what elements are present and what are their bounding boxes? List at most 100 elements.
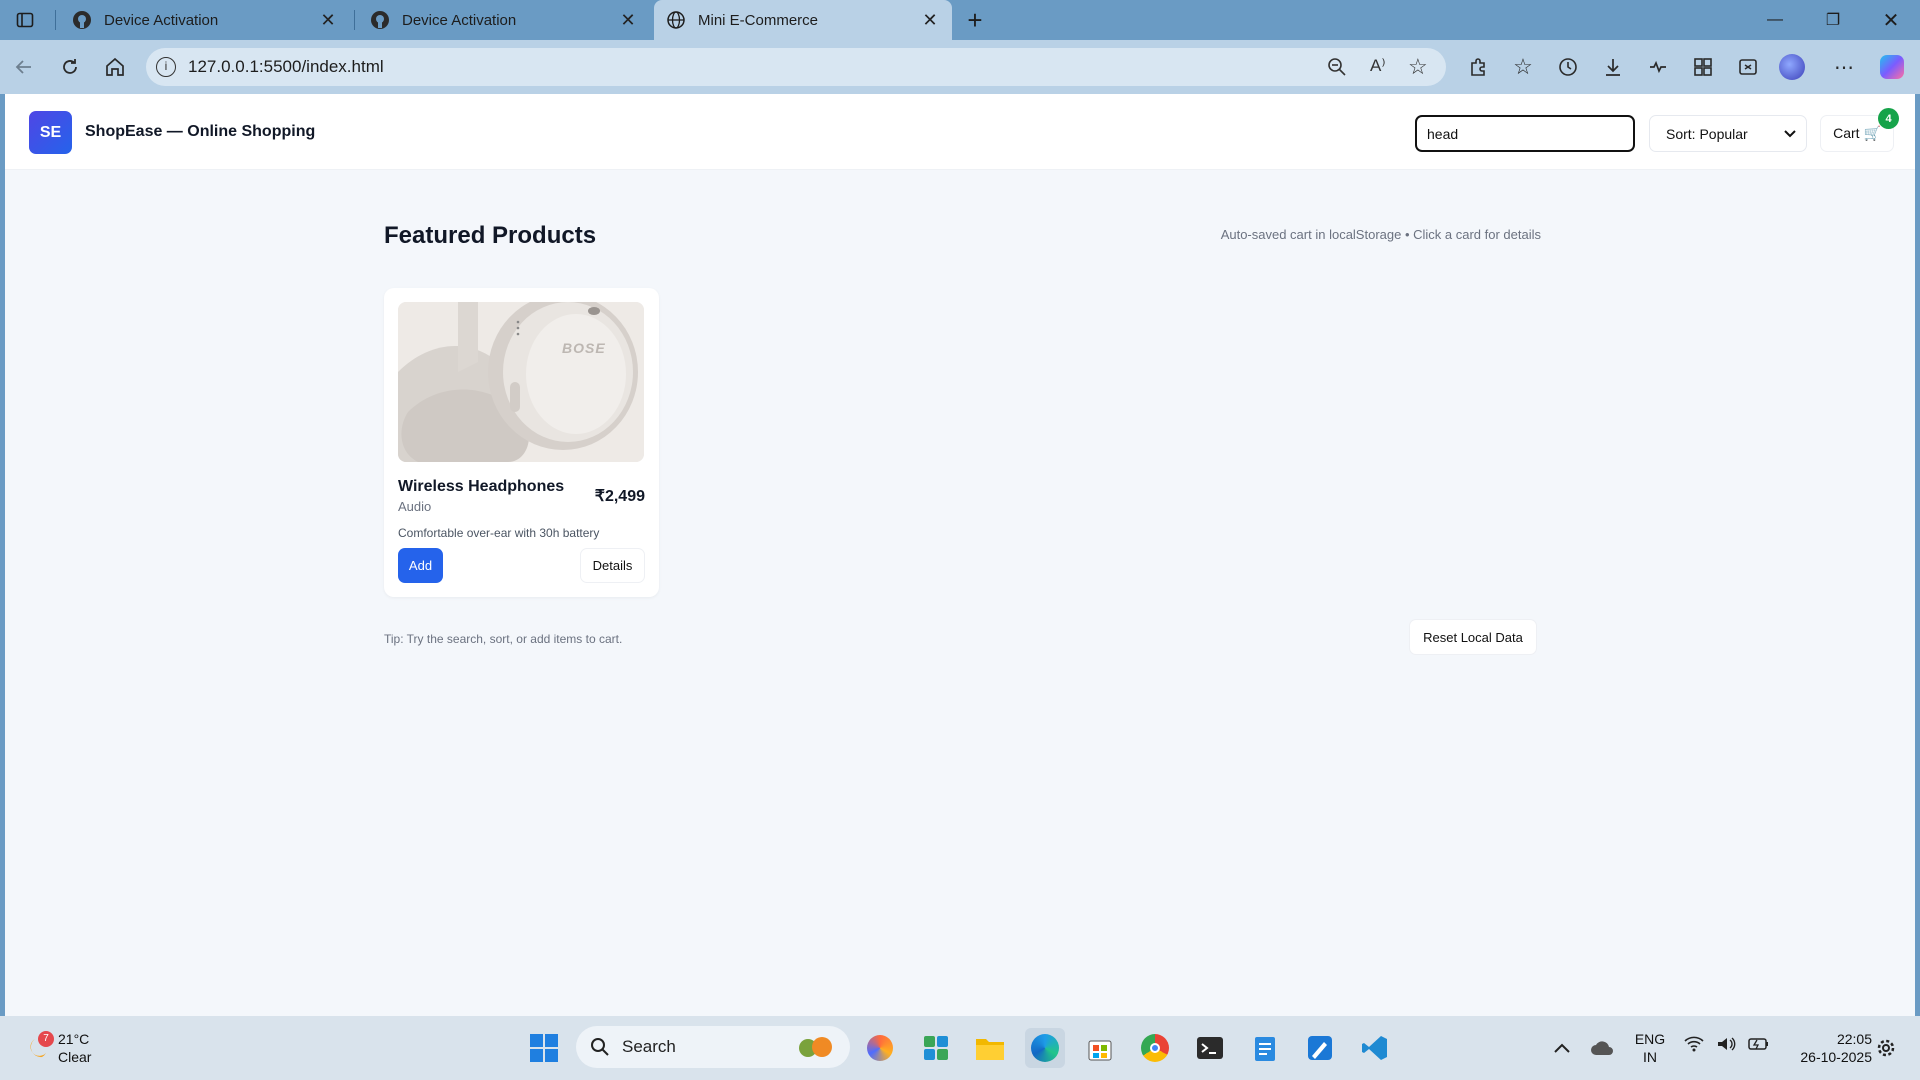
taskbar-app-paint[interactable] <box>1300 1028 1340 1068</box>
settings-menu-button[interactable]: ⋯ <box>1826 49 1862 85</box>
taskbar-app-copilot[interactable] <box>860 1028 900 1068</box>
new-tab-button[interactable]: + <box>960 5 990 35</box>
search-input[interactable] <box>1415 115 1635 152</box>
extensions-button[interactable] <box>1460 49 1496 85</box>
favorites-icon: ☆ <box>1513 54 1533 79</box>
terminal-icon <box>1197 1037 1223 1059</box>
history-button[interactable] <box>1550 49 1586 85</box>
minimize-button[interactable]: — <box>1752 0 1798 40</box>
tab-actions-icon <box>16 12 34 28</box>
favorite-star-icon[interactable]: ☆ <box>1408 54 1428 80</box>
taskbar-app-vscode[interactable] <box>1355 1028 1395 1068</box>
tab-device-activation-2[interactable]: Device Activation ✕ <box>358 0 650 40</box>
back-button[interactable] <box>6 49 42 85</box>
copilot-icon <box>1880 55 1904 79</box>
logo[interactable]: SE <box>29 111 72 154</box>
download-icon <box>1606 59 1620 76</box>
search-icon <box>591 1038 609 1056</box>
tab-mini-e-commerce[interactable]: Mini E-Commerce ✕ <box>654 0 952 40</box>
section-title: Featured Products <box>384 222 597 249</box>
close-tab-icon[interactable]: ✕ <box>318 10 338 31</box>
app-icon <box>867 1035 893 1061</box>
reload-icon <box>63 59 77 74</box>
reload-button[interactable] <box>52 49 88 85</box>
reset-local-data-button[interactable]: Reset Local Data <box>1409 619 1537 655</box>
sort-select[interactable]: Sort: Popular <box>1649 115 1807 152</box>
add-to-cart-button[interactable]: Add <box>398 548 443 583</box>
close-tab-icon[interactable]: ✕ <box>920 10 940 31</box>
cloud-icon <box>1591 1041 1613 1055</box>
address-bar[interactable]: i 127.0.0.1:5500/index.html A⁾ ☆ <box>146 48 1446 86</box>
vscode-icon <box>1362 1036 1387 1060</box>
headphones-image <box>398 302 644 462</box>
more-icon: ⋯ <box>1834 56 1854 79</box>
taskbar-app-edge[interactable] <box>1025 1028 1065 1068</box>
site-header: SE ShopEase — Online Shopping Sort: Popu… <box>5 94 1915 170</box>
product-image[interactable]: BOSE <box>398 302 644 462</box>
home-button[interactable] <box>97 49 133 85</box>
taskbar-app-widgets[interactable] <box>916 1028 956 1068</box>
taskbar-app-store[interactable] <box>1080 1028 1120 1068</box>
start-button[interactable] <box>524 1028 564 1068</box>
gear-icon <box>1877 1039 1895 1057</box>
taskbar-app-notepad[interactable] <box>1245 1028 1285 1068</box>
brand-title: ShopEase — Online Shopping <box>85 123 316 140</box>
taskbar-app-chrome[interactable] <box>1135 1028 1175 1068</box>
section-note: Auto-saved cart in localStorage • Click … <box>1220 227 1541 242</box>
widgets-icon <box>924 1036 948 1060</box>
tab-actions-button[interactable] <box>10 8 40 32</box>
favorites-button[interactable]: ☆ <box>1505 49 1541 85</box>
quick-settings-button[interactable] <box>1684 1036 1770 1052</box>
tab-device-activation-1[interactable]: Device Activation ✕ <box>60 0 350 40</box>
taskbar-app-file-explorer[interactable] <box>970 1028 1010 1068</box>
volume-icon <box>1718 1037 1736 1051</box>
screenshot-button[interactable] <box>1730 49 1766 85</box>
clock[interactable]: 22:05 26-10-2025 <box>1780 1030 1872 1066</box>
url-text: 127.0.0.1:5500/index.html <box>188 57 384 76</box>
browser-tab-strip: Device Activation ✕ Device Activation ✕ … <box>0 0 1920 40</box>
taskbar-search[interactable]: Search <box>576 1026 850 1068</box>
profile-button[interactable] <box>1774 49 1810 85</box>
tab-title: Mini E-Commerce <box>698 11 819 29</box>
notification-settings-button[interactable] <box>1866 1028 1906 1068</box>
battery-icon <box>1748 1038 1768 1050</box>
onedrive-button[interactable] <box>1582 1028 1622 1068</box>
details-button[interactable]: Details <box>580 548 645 583</box>
site-info-icon[interactable]: i <box>156 57 176 77</box>
apps-button[interactable] <box>1685 49 1721 85</box>
copilot-button[interactable] <box>1874 49 1910 85</box>
restore-button[interactable]: ❐ <box>1810 0 1856 40</box>
windows-logo-icon <box>530 1034 558 1062</box>
product-brand-mark: BOSE <box>562 340 606 356</box>
product-name: Wireless Headphones <box>398 478 565 495</box>
language-indicator[interactable]: ENG IN <box>1628 1030 1672 1066</box>
chevron-down-icon <box>1784 129 1796 137</box>
search-label: Search <box>622 1037 676 1056</box>
weather-widget[interactable]: 7 21°C Clear <box>24 1030 91 1066</box>
product-description: Comfortable over-ear with 30h battery <box>398 526 600 540</box>
time: 22:05 <box>1836 1031 1872 1047</box>
close-window-button[interactable]: ✕ <box>1868 0 1914 40</box>
moon-weather-icon: 7 <box>24 1031 54 1061</box>
tab-title: Device Activation <box>402 11 517 29</box>
downloads-button[interactable] <box>1595 49 1631 85</box>
chrome-icon <box>1141 1034 1169 1062</box>
show-hidden-icons-button[interactable] <box>1542 1028 1582 1068</box>
windows-taskbar: 7 21°C Clear Search ENG IN 22:05 26-10-2… <box>0 1016 1920 1080</box>
edge-icon <box>1031 1034 1059 1062</box>
apps-grid-icon <box>1694 58 1712 76</box>
zoom-icon[interactable] <box>1326 56 1348 83</box>
wifi-icon <box>1684 1036 1704 1052</box>
weather-condition: Clear <box>58 1049 92 1065</box>
folder-icon <box>976 1039 1004 1060</box>
screenshot-icon <box>1739 59 1757 75</box>
taskbar-app-terminal[interactable] <box>1190 1028 1230 1068</box>
close-tab-icon[interactable]: ✕ <box>618 10 638 31</box>
product-card[interactable]: BOSE Wireless Headphones Audio ₹2,499 Co… <box>384 288 659 597</box>
performance-button[interactable] <box>1640 49 1676 85</box>
read-aloud-icon[interactable]: A⁾ <box>1370 56 1386 76</box>
cart-count-badge: 4 <box>1878 108 1899 129</box>
weather-alert-badge: 7 <box>38 1031 54 1047</box>
search-highlight-icon <box>796 1034 836 1060</box>
home-icon <box>106 57 124 76</box>
